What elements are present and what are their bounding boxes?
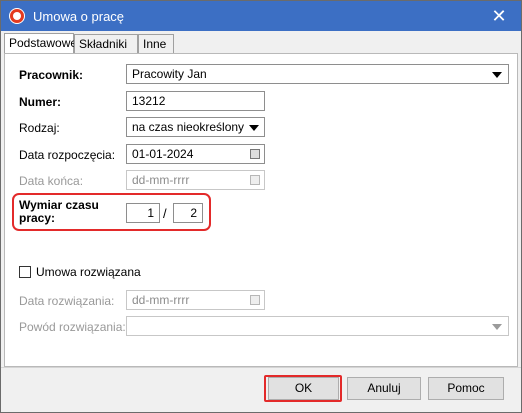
footer-divider xyxy=(1,367,521,368)
tab-panel: Pracownik: Pracowity Jan Numer: 13212 Ro… xyxy=(4,53,518,367)
close-button[interactable]: ✕ xyxy=(477,1,521,31)
tab-skladniki[interactable]: Składniki xyxy=(74,34,138,53)
termination-reason-select[interactable] xyxy=(126,316,509,336)
window-title: Umowa o pracę xyxy=(33,9,125,24)
calendar-icon xyxy=(250,175,260,185)
calendar-icon xyxy=(250,295,260,305)
tab-podstawowe[interactable]: Podstawowe xyxy=(4,33,77,54)
termination-date-label: Data rozwiązania: xyxy=(19,294,115,308)
type-label: Rodzaj: xyxy=(19,121,60,135)
work-time-label: Wymiar czasu pracy: xyxy=(19,199,99,225)
calendar-icon[interactable] xyxy=(250,149,260,159)
help-button[interactable]: Pomoc xyxy=(428,377,504,400)
end-date-input[interactable]: dd-mm-rrrr xyxy=(126,170,265,190)
start-date-input[interactable]: 01-01-2024 xyxy=(126,144,265,164)
termination-date-input[interactable]: dd-mm-rrrr xyxy=(126,290,265,310)
terminated-checkbox[interactable] xyxy=(19,266,31,278)
tab-inne[interactable]: Inne xyxy=(138,34,174,53)
end-date-label: Data końca: xyxy=(19,174,84,188)
employee-value: Pracowity Jan xyxy=(132,67,207,81)
work-time-label-line2: pracy: xyxy=(19,211,56,225)
work-time-separator: / xyxy=(163,206,167,221)
chevron-down-icon xyxy=(492,324,502,330)
ok-button[interactable]: OK xyxy=(268,377,339,400)
work-time-label-line1: Wymiar czasu xyxy=(19,198,99,212)
termination-reason-label: Powód rozwiązania: xyxy=(19,320,126,334)
employee-select[interactable]: Pracowity Jan xyxy=(126,64,509,84)
title-bar: Umowa o pracę ✕ xyxy=(1,1,521,31)
employee-label: Pracownik: xyxy=(19,68,84,82)
work-time-numerator-input[interactable]: 1 xyxy=(126,203,160,223)
chevron-down-icon xyxy=(492,72,502,78)
type-value: na czas nieokreślony xyxy=(132,120,245,134)
cancel-button[interactable]: Anuluj xyxy=(347,377,421,400)
work-time-denominator-input[interactable]: 2 xyxy=(173,203,203,223)
end-date-placeholder: dd-mm-rrrr xyxy=(132,173,190,187)
chevron-down-icon xyxy=(249,125,259,131)
type-select[interactable]: na czas nieokreślony xyxy=(126,117,265,137)
app-logo-icon xyxy=(9,8,25,24)
dialog-window: Umowa o pracę ✕ Podstawowe Składniki Inn… xyxy=(0,0,522,413)
termination-date-placeholder: dd-mm-rrrr xyxy=(132,293,190,307)
start-date-label: Data rozpoczęcia: xyxy=(19,148,116,162)
number-label: Numer: xyxy=(19,95,62,109)
terminated-label[interactable]: Umowa rozwiązana xyxy=(36,265,141,279)
start-date-value: 01-01-2024 xyxy=(132,147,194,161)
number-input[interactable]: 13212 xyxy=(126,91,265,111)
